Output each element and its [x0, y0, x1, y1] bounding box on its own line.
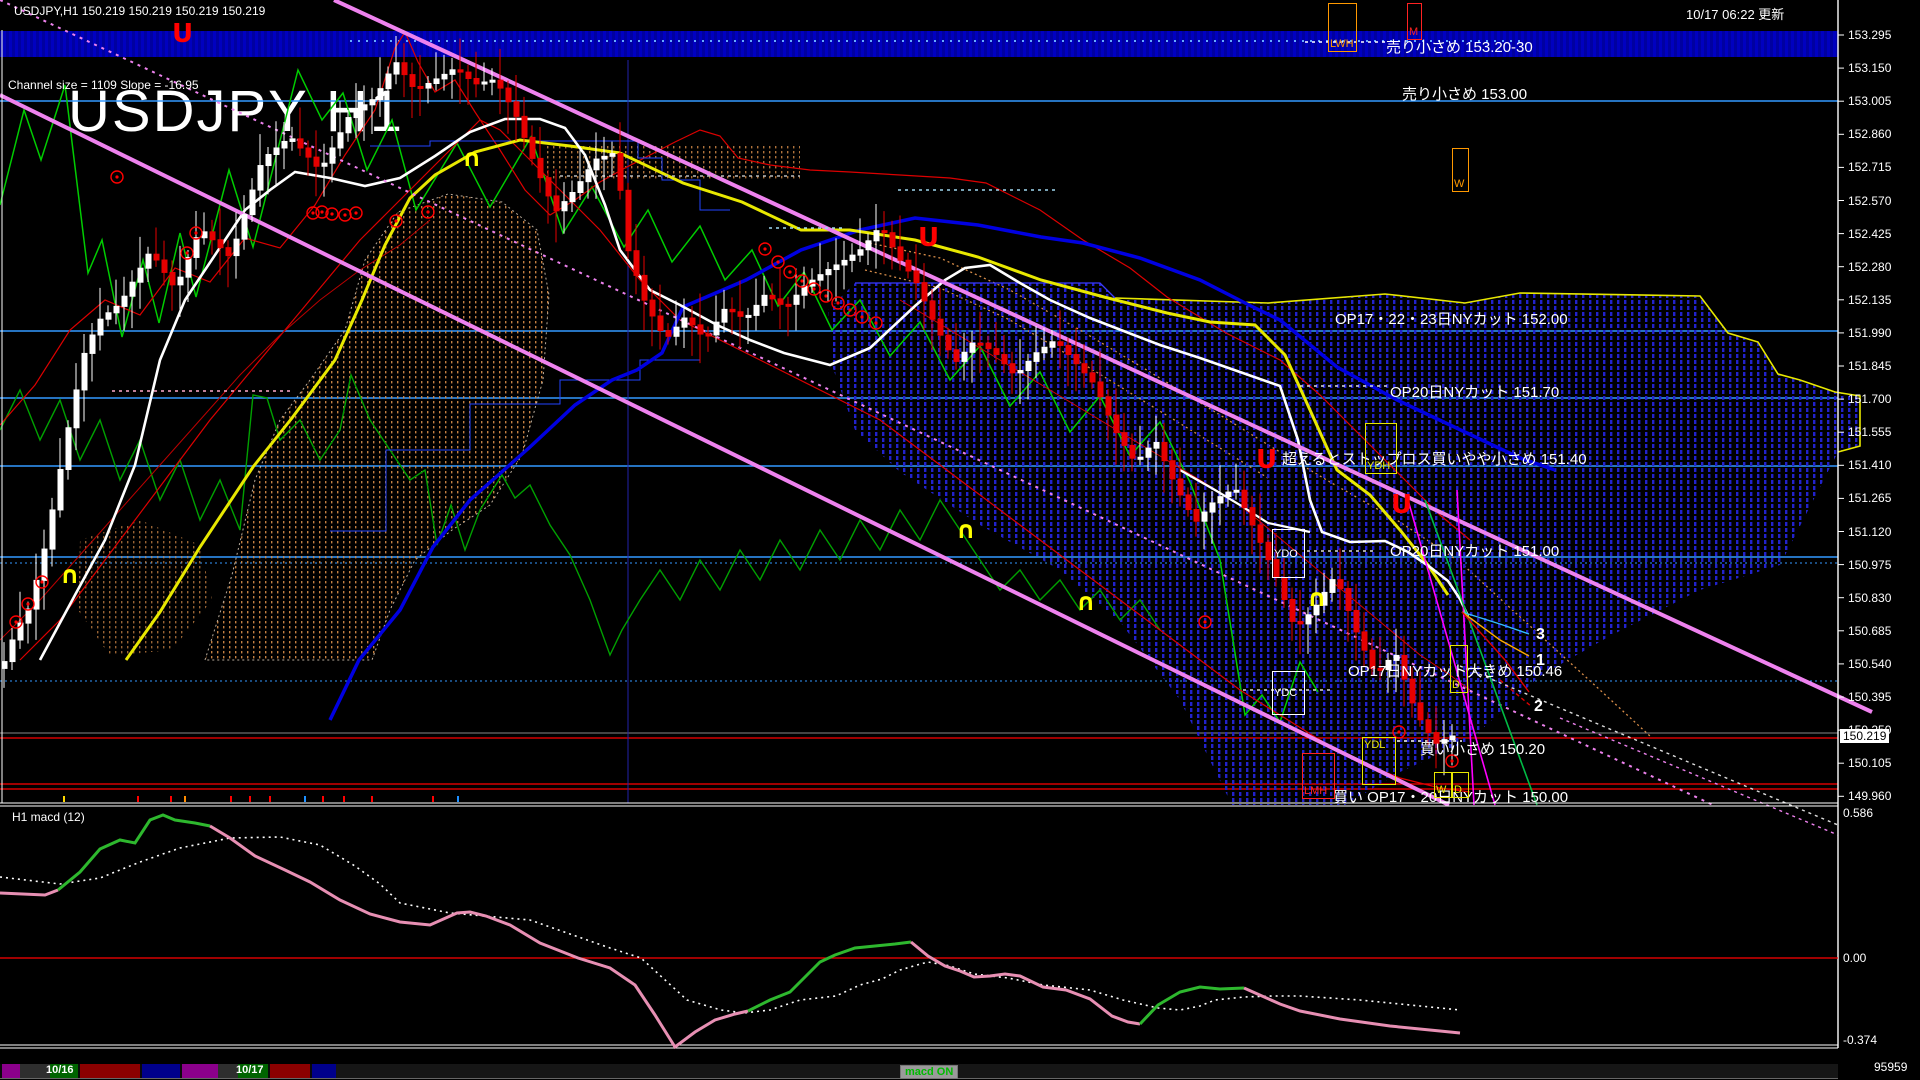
current-price-tag: 150.219	[1840, 729, 1890, 743]
kumo-cloud-main	[828, 283, 1860, 805]
timeline-segment[interactable]	[218, 1064, 238, 1078]
level-box-label: YDC	[1274, 687, 1298, 699]
timeline-segment[interactable]	[2, 1064, 20, 1078]
chart-annotation: OP17・22・23日NYカット 152.00	[1335, 311, 1568, 328]
price-axis-label: 149.960	[1848, 789, 1892, 804]
chart-line	[0, 836, 1461, 1014]
chart-line	[209, 824, 749, 1050]
target-number-label: 1	[1536, 652, 1545, 669]
price-axis-label: 150.540	[1848, 656, 1892, 671]
updated-timestamp: 10/17 06:22 更新	[1686, 7, 1785, 22]
price-axis-label: 151.845	[1848, 359, 1892, 373]
timeline-segment[interactable]	[80, 1064, 140, 1078]
level-box-ydh[interactable]: YDH	[1365, 423, 1397, 474]
price-axis-label: 151.990	[1848, 325, 1892, 340]
level-box-label: W	[1436, 784, 1447, 796]
macd-axis-min: -0.374	[1843, 1033, 1878, 1047]
price-axis-label: 153.150	[1848, 61, 1892, 76]
chart-line	[747, 940, 912, 1013]
chart-line	[1243, 986, 1461, 1035]
symbol-title: USDJPY,H1 150.219 150.219 150.219 150.21…	[14, 4, 266, 18]
timeline-date-label: 10/17	[236, 1064, 264, 1076]
price-axis-label: 151.410	[1848, 458, 1892, 473]
level-box-m[interactable]: M	[1407, 3, 1422, 40]
macd-panel-label: H1 macd (12)	[12, 810, 85, 824]
timeline-segment[interactable]	[142, 1064, 180, 1078]
level-box-label: LWH	[1330, 38, 1354, 50]
chart-annotation: 買い小さめ 150.20	[1420, 741, 1546, 758]
price-axis-label: 150.685	[1848, 623, 1892, 638]
price-axis-label: 151.555	[1848, 425, 1892, 440]
price-axis-label: 152.860	[1848, 127, 1892, 142]
buy-signal-icon: ∩	[60, 561, 80, 589]
level-box-w[interactable]: W	[1452, 148, 1469, 192]
price-axis-label: 153.295	[1848, 28, 1892, 42]
price-axis-label: 150.105	[1848, 756, 1892, 771]
price-axis-label: 152.135	[1848, 292, 1892, 307]
level-box-ydl[interactable]: YDL	[1362, 737, 1396, 785]
price-axis-label: 150.975	[1848, 557, 1892, 572]
channel-info-label: Channel size = 1109 Slope = -16.95	[8, 78, 199, 92]
chart-annotation: OP20日NYカット 151.70	[1390, 384, 1560, 401]
chart-line	[910, 940, 1141, 1026]
bar-counter: 95959	[1874, 1060, 1908, 1074]
chart-line	[0, 888, 59, 897]
chart-canvas[interactable]: U U U U ∩ ∩ ∩ ∩ ∩	[0, 0, 1920, 1080]
chart-annotation: 超えるとストップロス買いやや小さめ 151.40	[1282, 451, 1587, 468]
level-box-d[interactable]: D	[1450, 645, 1468, 693]
price-axis-label: 150.830	[1848, 590, 1892, 605]
level-box-label: YDO	[1274, 547, 1298, 560]
timeline-date-label: 10/16	[46, 1064, 74, 1076]
level-box-lmh[interactable]: LMH	[1302, 753, 1335, 799]
timeline-segment[interactable]	[312, 1064, 336, 1078]
level-box-label: W	[1454, 178, 1465, 190]
level-box-ydo[interactable]: YDO	[1272, 529, 1305, 578]
level-box-lwh[interactable]: LWH	[1328, 3, 1357, 52]
level-box-label: D	[1452, 679, 1460, 691]
macd-axis-max: 0.586	[1843, 806, 1874, 820]
trading-chart-window: USDJPY H1 U U U U ∩ ∩ ∩ ∩ ∩ USDJPY,H1 150.219 15…	[0, 0, 1920, 1080]
price-axis-label: 151.700	[1848, 392, 1892, 407]
price-axis-label: 151.120	[1848, 524, 1892, 539]
buy-signal-icon: ∩	[1307, 584, 1327, 612]
sell-signal-icon: U	[1256, 445, 1277, 475]
price-axis-label: 151.265	[1848, 491, 1892, 506]
level-box-w[interactable]: W	[1434, 772, 1452, 798]
buy-signal-icon: ∩	[1076, 588, 1096, 616]
price-axis-label: 152.570	[1848, 193, 1892, 208]
price-axis-label: 150.395	[1848, 690, 1892, 704]
macd-toggle-badge[interactable]: macd ON	[900, 1065, 959, 1079]
buy-signal-icon: ∩	[956, 516, 976, 544]
price-axis-label: 153.005	[1848, 94, 1892, 109]
target-number-label: 3	[1536, 626, 1545, 643]
timeline-segment[interactable]	[270, 1064, 310, 1078]
timeline-segment[interactable]	[182, 1064, 218, 1078]
price-axis-label: 152.715	[1848, 160, 1892, 175]
chart-annotation: 売り小さめ 153.00	[1402, 86, 1528, 103]
macd-axis-zero: 0.00	[1843, 951, 1867, 965]
level-box-label: YDL	[1364, 739, 1386, 751]
sell-signal-icon: U	[172, 19, 193, 49]
price-axis-label: 152.425	[1848, 226, 1892, 241]
level-box-ydc[interactable]: YDC	[1272, 671, 1305, 715]
level-box-label: YDH	[1367, 460, 1391, 472]
level-box-d[interactable]: D	[1452, 772, 1469, 798]
chart-line	[57, 813, 211, 892]
sell-signal-icon: U	[918, 223, 939, 253]
level-box-label: LMH	[1304, 785, 1328, 797]
price-axis-label: 152.280	[1848, 259, 1892, 274]
sell-signal-icon: U	[1391, 490, 1412, 520]
chart-line	[1138, 985, 1245, 1026]
chart-annotation: OP20日NYカット 151.00	[1390, 543, 1560, 560]
buy-signal-icon: ∩	[462, 144, 482, 172]
timeline-segment[interactable]	[336, 1064, 1838, 1078]
level-box-label: M	[1409, 26, 1419, 38]
target-number-label: 2	[1534, 698, 1543, 715]
level-box-label: D	[1454, 784, 1462, 796]
